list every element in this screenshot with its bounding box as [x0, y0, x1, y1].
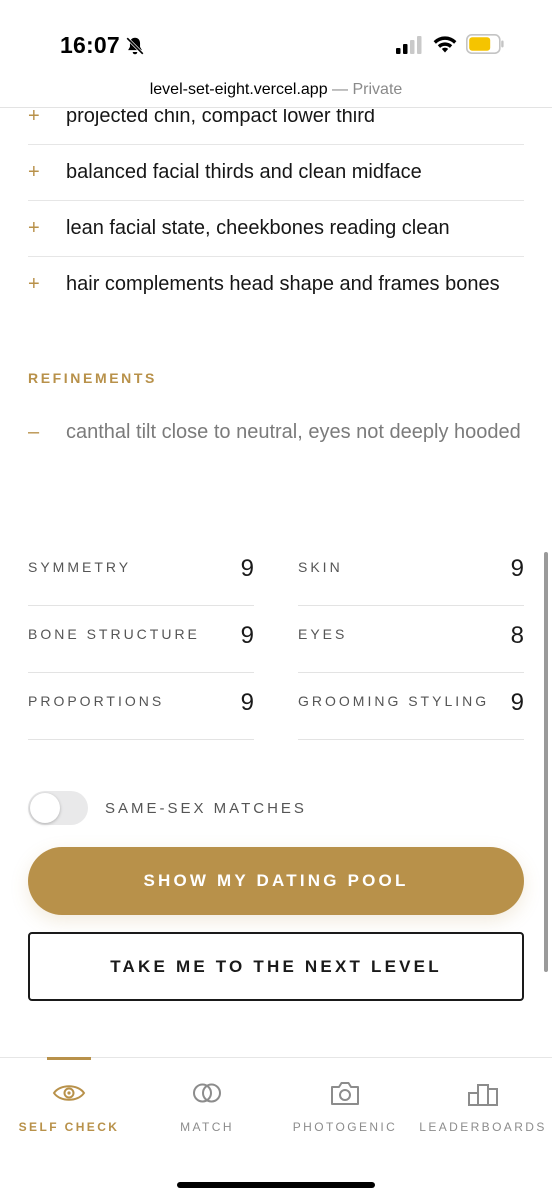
score-label: EYES: [298, 626, 348, 642]
private-label: — Private: [327, 81, 403, 98]
next-level-button[interactable]: TAKE ME TO THE NEXT LEVEL: [28, 932, 524, 1001]
refinement-text: canthal tilt close to neutral, eyes not …: [66, 421, 521, 443]
score-proportions: PROPORTIONS 9: [28, 673, 254, 740]
camera-icon: [331, 1082, 359, 1105]
score-label: SYMMETRY: [28, 559, 132, 575]
tab-self-check[interactable]: SELF CHECK: [0, 1058, 138, 1158]
home-indicator[interactable]: [177, 1182, 375, 1188]
show-dating-pool-button[interactable]: SHOW MY DATING POOL: [28, 847, 524, 915]
score-value: 9: [240, 555, 254, 582]
same-sex-toggle[interactable]: [28, 791, 88, 825]
score-label: BONE STRUCTURE: [28, 626, 200, 642]
refinements-heading: REFINEMENTS: [28, 370, 157, 386]
bottom-tab-bar: SELF CHECK MATCH PHOTOGENIC LEADERBOARDS: [0, 1057, 552, 1200]
strength-text: lean facial state, cheekbones reading cl…: [66, 217, 450, 239]
url-bar[interactable]: level-set-eight.vercel.app — Private: [0, 72, 552, 108]
score-bone-structure: BONE STRUCTURE 9: [28, 606, 254, 673]
score-label: PROPORTIONS: [28, 693, 165, 709]
bell-off-icon: [126, 37, 144, 55]
refinement-item: – canthal tilt close to neutral, eyes no…: [28, 419, 524, 446]
plus-icon: +: [28, 217, 40, 239]
plus-icon: +: [28, 109, 40, 127]
score-value: 8: [510, 622, 524, 649]
tab-photogenic[interactable]: PHOTOGENIC: [276, 1058, 414, 1158]
minus-icon: –: [28, 421, 40, 443]
score-symmetry: SYMMETRY 9: [28, 539, 254, 606]
strength-text: balanced facial thirds and clean midface: [66, 161, 422, 183]
signal-icon: [396, 36, 422, 54]
score-value: 9: [510, 689, 524, 716]
strength-item: + balanced facial thirds and clean midfa…: [28, 145, 524, 201]
main-content: + projected chin, compact lower third + …: [0, 109, 552, 1057]
score-grid: SYMMETRY 9 SKIN 9 BONE STRUCTURE 9 EYES …: [28, 539, 524, 740]
strength-item: + projected chin, compact lower third: [28, 109, 524, 145]
strength-item: + lean facial state, cheekbones reading …: [28, 201, 524, 257]
score-value: 9: [510, 555, 524, 582]
same-sex-toggle-row: SAME-SEX MATCHES: [28, 791, 307, 825]
strengths-list: + projected chin, compact lower third + …: [28, 109, 524, 312]
url-text: level-set-eight.vercel.app: [149, 81, 328, 98]
score-grooming-styling: GROOMING STYLING 9: [298, 673, 524, 740]
score-label: SKIN: [298, 559, 343, 575]
score-value: 9: [240, 622, 254, 649]
rings-icon: [193, 1083, 221, 1103]
score-skin: SKIN 9: [298, 539, 524, 606]
tab-label: MATCH: [180, 1120, 234, 1134]
strength-item: + hair complements head shape and frames…: [28, 257, 524, 312]
strength-text: projected chin, compact lower third: [66, 109, 376, 127]
plus-icon: +: [28, 161, 40, 183]
eye-icon: [52, 1085, 86, 1101]
status-bar: 16:07: [0, 0, 552, 72]
toggle-label: SAME-SEX MATCHES: [105, 799, 307, 817]
wifi-icon: [433, 36, 457, 53]
battery-icon: [466, 34, 504, 54]
strength-text: hair complements head shape and frames b…: [66, 273, 500, 295]
score-label: GROOMING STYLING: [298, 693, 490, 709]
score-eyes: EYES 8: [298, 606, 524, 673]
tab-label: LEADERBOARDS: [419, 1120, 547, 1134]
tab-match[interactable]: MATCH: [138, 1058, 276, 1158]
podium-icon: [468, 1084, 498, 1106]
plus-icon: +: [28, 273, 40, 295]
tab-leaderboards[interactable]: LEADERBOARDS: [414, 1058, 552, 1158]
tab-label: SELF CHECK: [18, 1120, 120, 1134]
score-value: 9: [240, 689, 254, 716]
scrollbar[interactable]: [544, 552, 548, 972]
toggle-knob: [30, 793, 60, 823]
tab-label: PHOTOGENIC: [292, 1120, 398, 1134]
status-time: 16:07: [60, 32, 120, 58]
